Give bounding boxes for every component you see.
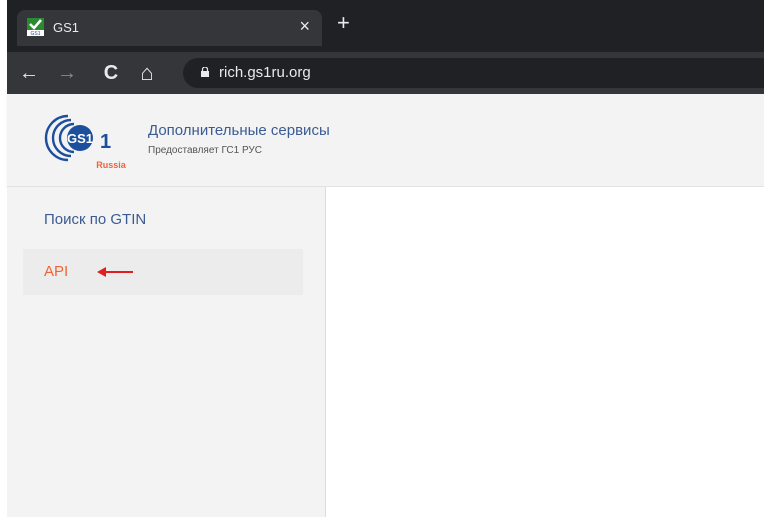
home-icon[interactable]: ⌂ bbox=[135, 61, 159, 85]
logo-text: GS1 bbox=[67, 131, 93, 146]
forward-icon[interactable]: → bbox=[55, 61, 79, 85]
sidebar: Поиск по GTIN API bbox=[7, 187, 326, 517]
svg-text:GS1: GS1 bbox=[30, 31, 40, 36]
site-title: Дополнительные сервисы bbox=[148, 122, 330, 139]
red-arrow-left-icon bbox=[97, 267, 133, 277]
sidebar-item-gtin-search[interactable]: Поиск по GTIN bbox=[23, 203, 303, 249]
gs1-russia-logo[interactable]: GS1 1 Russia bbox=[40, 108, 146, 174]
svg-text:1: 1 bbox=[100, 131, 111, 153]
browser-toolbar: ← → C ⌂ rich.gs1ru.org bbox=[7, 52, 764, 94]
main-content bbox=[326, 187, 764, 517]
page: GS1 GS1 × + ← → C ⌂ rich.gs1ru.org GS1 1 bbox=[7, 0, 764, 517]
tab-close-icon[interactable]: × bbox=[299, 16, 310, 37]
sidebar-item-label: Поиск по GTIN bbox=[44, 211, 147, 228]
tab-title: GS1 bbox=[53, 20, 80, 35]
logo-russia-text: Russia bbox=[96, 160, 127, 170]
sidebar-item-label: API bbox=[44, 263, 69, 280]
address-bar[interactable]: rich.gs1ru.org bbox=[183, 58, 764, 88]
site-header: GS1 1 Russia Дополнительные сервисы Пред… bbox=[7, 94, 764, 187]
site-subtitle: Предоставляет ГС1 РУС bbox=[148, 145, 262, 156]
url-text: rich.gs1ru.org bbox=[219, 64, 311, 81]
lock-icon bbox=[201, 67, 209, 77]
back-icon[interactable]: ← bbox=[17, 61, 41, 85]
sidebar-item-api[interactable]: API bbox=[23, 249, 303, 295]
browser-tab[interactable]: GS1 GS1 × bbox=[17, 10, 322, 46]
browser-tab-bar: GS1 GS1 × + bbox=[7, 0, 764, 52]
reload-icon[interactable]: C bbox=[99, 61, 123, 85]
new-tab-button[interactable]: + bbox=[337, 12, 350, 34]
gs1-favicon-icon: GS1 bbox=[27, 18, 44, 36]
